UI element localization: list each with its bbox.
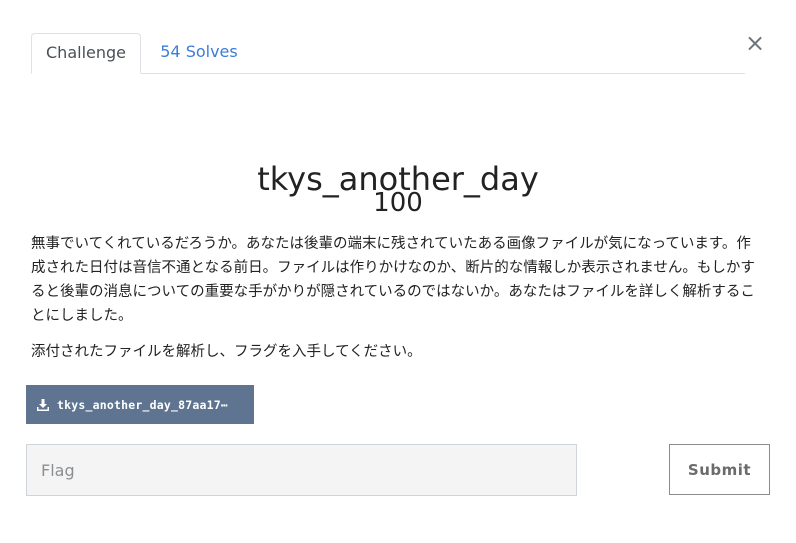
submit-button[interactable]: Submit (669, 444, 770, 495)
description-paragraph: 無事でいてくれているだろうか。あなたは後輩の端末に残されていたある画像ファイルが… (31, 236, 755, 324)
challenge-value: 100 (373, 188, 423, 218)
tab-challenge[interactable]: Challenge (31, 33, 141, 74)
flag-input[interactable] (26, 444, 577, 496)
file-download-button[interactable]: tkys_another_day_87aa17⋯ (26, 385, 254, 424)
file-name-label: tkys_another_day_87aa17⋯ (57, 397, 228, 412)
challenge-description: 無事でいてくれているだろうか。あなたは後輩の端末に残されていたある画像ファイルが… (31, 232, 756, 376)
tab-solves[interactable]: 54 Solves (143, 33, 255, 73)
close-icon[interactable]: × (744, 30, 766, 56)
challenge-modal: × Challenge 54 Solves tkys_another_day 1… (0, 0, 796, 543)
challenge-tabs: Challenge 54 Solves (31, 33, 745, 74)
download-icon (37, 398, 49, 411)
description-paragraph: 添付されたファイルを解析し、フラグを入手してください。 (31, 344, 422, 360)
